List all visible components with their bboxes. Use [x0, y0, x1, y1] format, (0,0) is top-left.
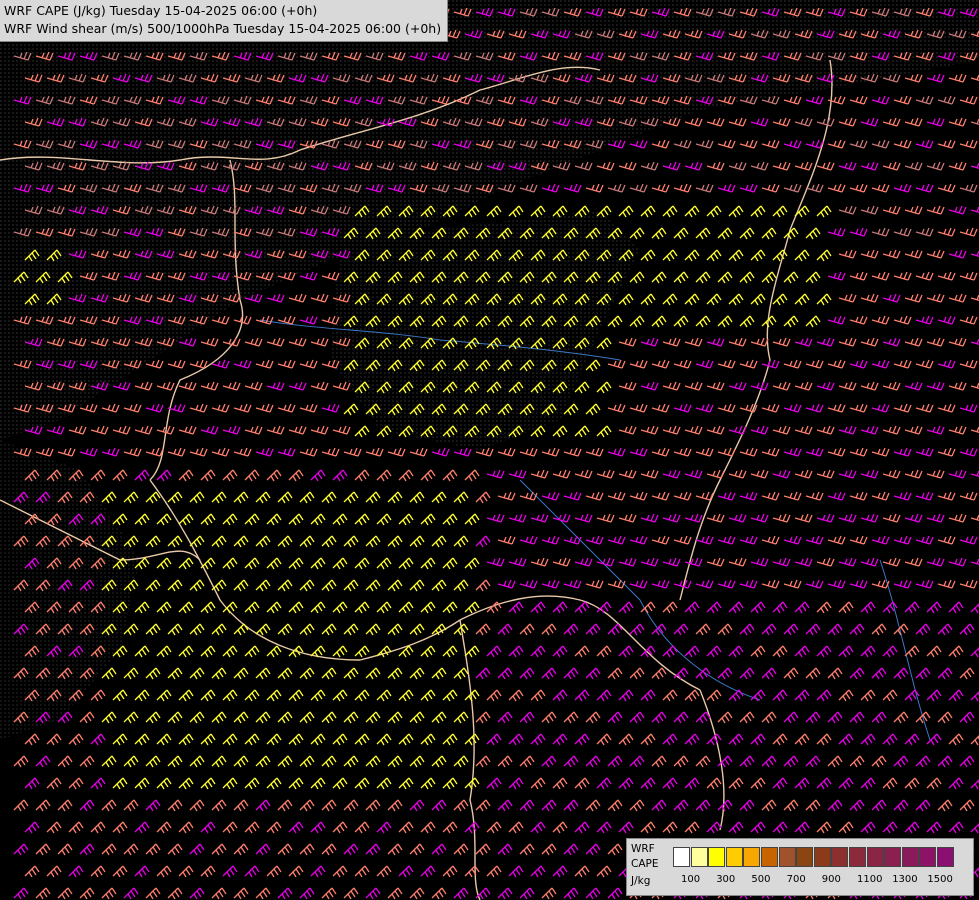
title-wind-shear: WRF Wind shear (m/s) 500/1000hPa Tuesday… — [4, 21, 442, 36]
weather-map — [0, 0, 979, 900]
cape-legend: WRF CAPE J/kg 100 300 500 700 900 1100 1300 150… — [626, 838, 974, 896]
legend-swatch — [813, 847, 831, 867]
title-cape: WRF CAPE (J/kg) Tuesday 15-04-2025 06:00… — [4, 3, 318, 18]
legend-label-unit: J/kg — [631, 875, 651, 887]
legend-swatch — [708, 847, 726, 867]
legend-swatch — [743, 847, 761, 867]
legend-swatch — [884, 847, 902, 867]
legend-tick-label: 1100 — [857, 874, 883, 885]
legend-tick-label: 700 — [786, 874, 806, 885]
legend-swatch — [690, 847, 708, 867]
legend-tick-label: 300 — [716, 874, 736, 885]
legend-swatch — [937, 847, 954, 867]
title-box: WRF CAPE (J/kg) Tuesday 15-04-2025 06:00… — [0, 0, 449, 42]
legend-swatch — [673, 847, 690, 867]
legend-swatch — [919, 847, 937, 867]
legend-tick-label: 500 — [751, 874, 771, 885]
legend-swatch — [849, 847, 866, 867]
legend-tick-label: 1500 — [927, 874, 953, 885]
legend-swatch — [901, 847, 919, 867]
legend-tick-label: 1300 — [892, 874, 918, 885]
legend-label-field: CAPE — [631, 858, 659, 870]
legend-swatch — [831, 847, 849, 867]
legend-swatch — [796, 847, 814, 867]
legend-swatch — [866, 847, 884, 867]
legend-label-model: WRF — [631, 843, 655, 855]
legend-swatch — [761, 847, 778, 867]
legend-tick-label: 900 — [821, 874, 841, 885]
legend-tick-label: 100 — [681, 874, 701, 885]
legend-swatch — [778, 847, 796, 867]
legend-swatch — [725, 847, 743, 867]
